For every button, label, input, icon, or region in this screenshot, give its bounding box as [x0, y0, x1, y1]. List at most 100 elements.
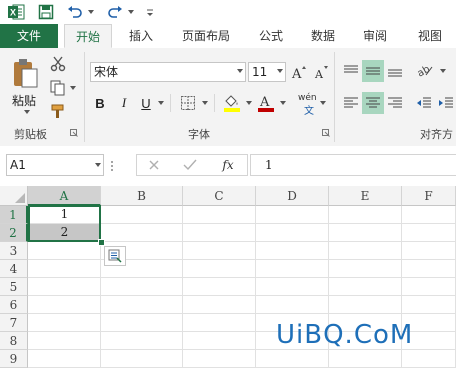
cell[interactable]	[183, 350, 256, 368]
cell[interactable]	[256, 242, 329, 260]
cell[interactable]	[402, 242, 456, 260]
tab-file[interactable]: 文件	[0, 24, 58, 48]
column-header-f[interactable]: F	[402, 186, 456, 206]
column-header-b[interactable]: B	[101, 186, 183, 206]
select-all-corner[interactable]	[0, 186, 28, 206]
bottom-align-icon[interactable]	[384, 60, 406, 82]
formula-input[interactable]: 1	[250, 154, 456, 176]
column-header-e[interactable]: E	[329, 186, 402, 206]
cell[interactable]	[402, 260, 456, 278]
name-box[interactable]: A1	[6, 154, 104, 176]
orientation-icon[interactable]: ab	[414, 60, 436, 82]
cell[interactable]	[329, 260, 402, 278]
cell[interactable]	[183, 260, 256, 278]
cell[interactable]	[183, 296, 256, 314]
borders-icon[interactable]	[178, 93, 198, 113]
cell[interactable]	[329, 296, 402, 314]
auto-fill-options-icon[interactable]	[104, 246, 126, 266]
cell[interactable]	[402, 278, 456, 296]
save-icon[interactable]	[36, 2, 56, 22]
row-header-9[interactable]: 9	[0, 350, 28, 368]
bold-button[interactable]: B	[90, 92, 110, 114]
cell[interactable]	[329, 206, 402, 224]
column-header-d[interactable]: D	[256, 186, 329, 206]
align-right-icon[interactable]	[384, 92, 406, 114]
cell[interactable]	[329, 224, 402, 242]
align-left-icon[interactable]	[340, 92, 362, 114]
cell[interactable]	[28, 242, 101, 260]
undo-dropdown-icon[interactable]	[86, 2, 96, 22]
cell[interactable]	[402, 350, 456, 368]
cell[interactable]	[183, 314, 256, 332]
row-header-3[interactable]: 3	[0, 242, 28, 260]
cell[interactable]	[28, 350, 101, 368]
font-size-select[interactable]: 11	[248, 62, 286, 82]
cell[interactable]	[101, 296, 183, 314]
cut-icon[interactable]	[48, 54, 68, 74]
cell[interactable]	[183, 332, 256, 350]
underline-dropdown-icon[interactable]	[158, 101, 164, 105]
increase-font-icon[interactable]: A	[290, 62, 308, 82]
cell[interactable]	[101, 332, 183, 350]
enter-icon[interactable]	[180, 156, 200, 174]
cell[interactable]	[256, 278, 329, 296]
middle-align-icon[interactable]	[362, 60, 384, 82]
cell[interactable]	[101, 224, 183, 242]
fill-color-icon[interactable]	[222, 91, 242, 115]
cell[interactable]	[256, 260, 329, 278]
cell[interactable]	[256, 224, 329, 242]
italic-button[interactable]: I	[114, 92, 134, 114]
fill-handle[interactable]	[98, 239, 105, 246]
cell[interactable]	[402, 224, 456, 242]
cell[interactable]	[256, 206, 329, 224]
redo-dropdown-icon[interactable]	[126, 2, 136, 22]
cell[interactable]	[402, 296, 456, 314]
fill-color-dropdown-icon[interactable]	[246, 101, 252, 105]
cancel-icon[interactable]	[144, 156, 164, 174]
cell[interactable]	[101, 206, 183, 224]
tab-page-layout[interactable]: 页面布局	[174, 24, 238, 48]
cell[interactable]	[28, 296, 101, 314]
font-color-dropdown-icon[interactable]	[280, 101, 286, 105]
cell[interactable]	[329, 278, 402, 296]
decrease-font-icon[interactable]: A	[312, 62, 330, 82]
borders-dropdown-icon[interactable]	[202, 101, 208, 105]
clipboard-launcher-icon[interactable]	[70, 129, 78, 137]
decrease-indent-icon[interactable]	[414, 92, 434, 114]
orientation-dropdown-icon[interactable]	[440, 69, 446, 73]
column-header-a[interactable]: A	[28, 186, 101, 206]
cell[interactable]	[183, 206, 256, 224]
cell[interactable]	[256, 350, 329, 368]
cell[interactable]	[28, 278, 101, 296]
row-header-6[interactable]: 6	[0, 296, 28, 314]
tab-home[interactable]: 开始	[64, 24, 112, 48]
tab-formulas[interactable]: 公式	[252, 24, 290, 48]
tab-data[interactable]: 数据	[304, 24, 342, 48]
top-align-icon[interactable]	[340, 60, 362, 82]
cell[interactable]	[256, 296, 329, 314]
font-family-select[interactable]: 宋体	[90, 62, 246, 82]
redo-icon[interactable]	[106, 2, 124, 22]
cell[interactable]	[183, 278, 256, 296]
cell[interactable]	[28, 260, 101, 278]
cell[interactable]	[101, 278, 183, 296]
cell[interactable]	[183, 242, 256, 260]
paste-dropdown-icon[interactable]	[24, 110, 30, 114]
align-center-icon[interactable]	[362, 92, 384, 114]
paste-icon[interactable]	[8, 56, 42, 92]
row-header-8[interactable]: 8	[0, 332, 28, 350]
cell[interactable]	[183, 224, 256, 242]
cell[interactable]	[329, 350, 402, 368]
copy-icon[interactable]	[48, 78, 68, 98]
resize-handle-icon[interactable]	[110, 160, 114, 172]
font-color-icon[interactable]: A	[256, 91, 276, 115]
undo-icon[interactable]	[66, 2, 84, 22]
copy-dropdown-icon[interactable]	[70, 86, 76, 90]
cell[interactable]	[101, 350, 183, 368]
phonetic-dropdown-icon[interactable]	[320, 101, 326, 105]
tab-view[interactable]: 视图	[410, 24, 450, 48]
row-header-5[interactable]: 5	[0, 278, 28, 296]
row-header-7[interactable]: 7	[0, 314, 28, 332]
row-header-4[interactable]: 4	[0, 260, 28, 278]
cell[interactable]	[28, 314, 101, 332]
